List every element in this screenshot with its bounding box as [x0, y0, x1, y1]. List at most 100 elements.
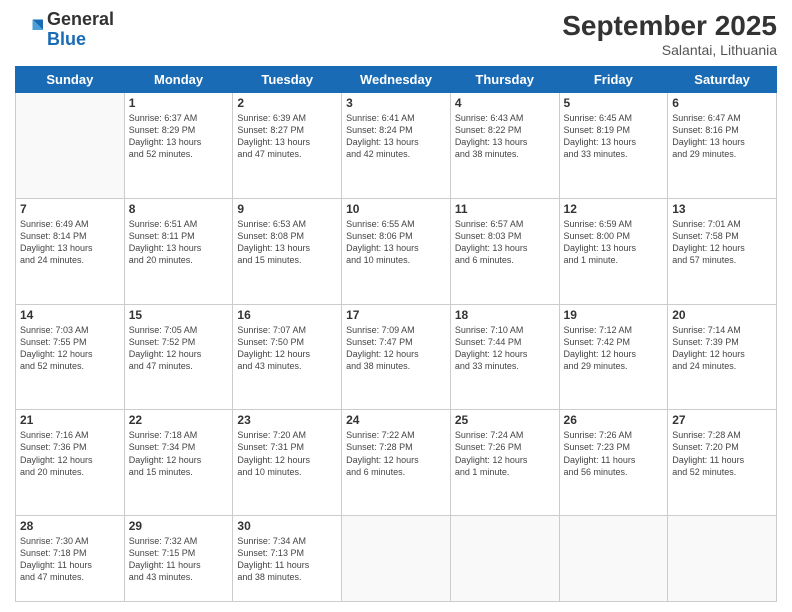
weekday-header-friday: Friday: [559, 67, 668, 93]
day-info: Sunrise: 6:47 AM Sunset: 8:16 PM Dayligh…: [672, 112, 772, 161]
day-number: 23: [237, 413, 337, 427]
day-info: Sunrise: 7:01 AM Sunset: 7:58 PM Dayligh…: [672, 218, 772, 267]
weekday-header-sunday: Sunday: [16, 67, 125, 93]
calendar-cell: 16Sunrise: 7:07 AM Sunset: 7:50 PM Dayli…: [233, 304, 342, 410]
day-number: 30: [237, 519, 337, 533]
day-info: Sunrise: 6:45 AM Sunset: 8:19 PM Dayligh…: [564, 112, 664, 161]
calendar: SundayMondayTuesdayWednesdayThursdayFrid…: [15, 66, 777, 602]
day-number: 1: [129, 96, 229, 110]
calendar-cell: 10 Sunrise: 6:55 AM Sunset: 8:06 PM Dayli…: [342, 198, 451, 304]
calendar-cell: 23 Sunrise: 7:20 AM Sunset: 7:31 PM Dayli…: [233, 410, 342, 516]
day-info: Sunrise: 6:51 AM Sunset: 8:11 PM Dayligh…: [129, 218, 229, 267]
calendar-cell: 24Sunrise: 7:22 AM Sunset: 7:28 PM Dayli…: [342, 410, 451, 516]
day-info: Sunrise: 7:14 AM Sunset: 7:39 PM Dayligh…: [672, 324, 772, 373]
calendar-cell: [559, 516, 668, 602]
day-info: Sunrise: 7:09 AM Sunset: 7:47 PM Dayligh…: [346, 324, 446, 373]
calendar-cell: 21Sunrise: 7:16 AM Sunset: 7:36 PM Dayli…: [16, 410, 125, 516]
day-number: 11: [455, 202, 555, 216]
calendar-cell: 7 Sunrise: 6:49 AM Sunset: 8:14 PM Daylig…: [16, 198, 125, 304]
day-info: Sunrise: 7:03 AM Sunset: 7:55 PM Dayligh…: [20, 324, 120, 373]
day-number: 29: [129, 519, 229, 533]
day-info: Sunrise: 7:12 AM Sunset: 7:42 PM Dayligh…: [564, 324, 664, 373]
day-number: 2: [237, 96, 337, 110]
day-number: 5: [564, 96, 664, 110]
day-number: 12: [564, 202, 664, 216]
day-number: 18: [455, 308, 555, 322]
weekday-header-saturday: Saturday: [668, 67, 777, 93]
calendar-cell: 30 Sunrise: 7:34 AM Sunset: 7:13 PM Dayli…: [233, 516, 342, 602]
day-number: 13: [672, 202, 772, 216]
logo-text: General Blue: [47, 10, 114, 50]
logo-blue: Blue: [47, 29, 86, 49]
page: General Blue September 2025 Salantai, Li…: [0, 0, 792, 612]
calendar-cell: 27 Sunrise: 7:28 AM Sunset: 7:20 PM Dayli…: [668, 410, 777, 516]
day-info: Sunrise: 6:49 AM Sunset: 8:14 PM Dayligh…: [20, 218, 120, 267]
location: Salantai, Lithuania: [562, 42, 777, 58]
week-row-1: 1 Sunrise: 6:37 AM Sunset: 8:29 PM Daylig…: [16, 93, 777, 199]
day-info: Sunrise: 6:39 AM Sunset: 8:27 PM Dayligh…: [237, 112, 337, 161]
day-info: Sunrise: 7:16 AM Sunset: 7:36 PM Dayligh…: [20, 429, 120, 478]
logo: General Blue: [15, 10, 114, 50]
day-info: Sunrise: 6:43 AM Sunset: 8:22 PM Dayligh…: [455, 112, 555, 161]
day-info: Sunrise: 7:20 AM Sunset: 7:31 PM Dayligh…: [237, 429, 337, 478]
day-number: 20: [672, 308, 772, 322]
calendar-cell: 12 Sunrise: 6:59 AM Sunset: 8:00 PM Dayli…: [559, 198, 668, 304]
calendar-cell: 29 Sunrise: 7:32 AM Sunset: 7:15 PM Dayli…: [124, 516, 233, 602]
day-info: Sunrise: 7:34 AM Sunset: 7:13 PM Dayligh…: [237, 535, 337, 584]
logo-icon: [15, 16, 43, 44]
day-info: Sunrise: 7:07 AM Sunset: 7:50 PM Dayligh…: [237, 324, 337, 373]
week-row-4: 21Sunrise: 7:16 AM Sunset: 7:36 PM Dayli…: [16, 410, 777, 516]
calendar-cell: 9Sunrise: 6:53 AM Sunset: 8:08 PM Daylig…: [233, 198, 342, 304]
calendar-cell: [342, 516, 451, 602]
day-info: Sunrise: 6:55 AM Sunset: 8:06 PM Dayligh…: [346, 218, 446, 267]
title-section: September 2025 Salantai, Lithuania: [562, 10, 777, 58]
day-info: Sunrise: 7:28 AM Sunset: 7:20 PM Dayligh…: [672, 429, 772, 478]
calendar-cell: [668, 516, 777, 602]
calendar-cell: 20 Sunrise: 7:14 AM Sunset: 7:39 PM Dayli…: [668, 304, 777, 410]
weekday-header-row: SundayMondayTuesdayWednesdayThursdayFrid…: [16, 67, 777, 93]
calendar-cell: 1 Sunrise: 6:37 AM Sunset: 8:29 PM Daylig…: [124, 93, 233, 199]
logo-general: General: [47, 9, 114, 29]
calendar-cell: 22 Sunrise: 7:18 AM Sunset: 7:34 PM Dayli…: [124, 410, 233, 516]
day-info: Sunrise: 7:18 AM Sunset: 7:34 PM Dayligh…: [129, 429, 229, 478]
day-info: Sunrise: 7:30 AM Sunset: 7:18 PM Dayligh…: [20, 535, 120, 584]
day-number: 27: [672, 413, 772, 427]
day-number: 6: [672, 96, 772, 110]
day-info: Sunrise: 6:59 AM Sunset: 8:00 PM Dayligh…: [564, 218, 664, 267]
day-number: 15: [129, 308, 229, 322]
day-info: Sunrise: 7:32 AM Sunset: 7:15 PM Dayligh…: [129, 535, 229, 584]
calendar-cell: 6 Sunrise: 6:47 AM Sunset: 8:16 PM Daylig…: [668, 93, 777, 199]
day-info: Sunrise: 6:37 AM Sunset: 8:29 PM Dayligh…: [129, 112, 229, 161]
calendar-cell: [16, 93, 125, 199]
calendar-cell: 28Sunrise: 7:30 AM Sunset: 7:18 PM Dayli…: [16, 516, 125, 602]
day-number: 19: [564, 308, 664, 322]
day-number: 3: [346, 96, 446, 110]
calendar-cell: [450, 516, 559, 602]
weekday-header-tuesday: Tuesday: [233, 67, 342, 93]
calendar-cell: 15Sunrise: 7:05 AM Sunset: 7:52 PM Dayli…: [124, 304, 233, 410]
day-number: 10: [346, 202, 446, 216]
calendar-cell: 8 Sunrise: 6:51 AM Sunset: 8:11 PM Daylig…: [124, 198, 233, 304]
day-info: Sunrise: 7:22 AM Sunset: 7:28 PM Dayligh…: [346, 429, 446, 478]
calendar-cell: 14 Sunrise: 7:03 AM Sunset: 7:55 PM Dayli…: [16, 304, 125, 410]
day-number: 22: [129, 413, 229, 427]
calendar-cell: 3 Sunrise: 6:41 AM Sunset: 8:24 PM Daylig…: [342, 93, 451, 199]
day-number: 8: [129, 202, 229, 216]
day-number: 4: [455, 96, 555, 110]
week-row-2: 7 Sunrise: 6:49 AM Sunset: 8:14 PM Daylig…: [16, 198, 777, 304]
calendar-cell: 26Sunrise: 7:26 AM Sunset: 7:23 PM Dayli…: [559, 410, 668, 516]
weekday-header-monday: Monday: [124, 67, 233, 93]
day-info: Sunrise: 6:53 AM Sunset: 8:08 PM Dayligh…: [237, 218, 337, 267]
day-number: 14: [20, 308, 120, 322]
day-info: Sunrise: 6:57 AM Sunset: 8:03 PM Dayligh…: [455, 218, 555, 267]
day-info: Sunrise: 7:26 AM Sunset: 7:23 PM Dayligh…: [564, 429, 664, 478]
calendar-cell: 4 Sunrise: 6:43 AM Sunset: 8:22 PM Daylig…: [450, 93, 559, 199]
day-info: Sunrise: 7:24 AM Sunset: 7:26 PM Dayligh…: [455, 429, 555, 478]
calendar-cell: 17Sunrise: 7:09 AM Sunset: 7:47 PM Dayli…: [342, 304, 451, 410]
calendar-cell: 19 Sunrise: 7:12 AM Sunset: 7:42 PM Dayli…: [559, 304, 668, 410]
calendar-cell: 11 Sunrise: 6:57 AM Sunset: 8:03 PM Dayli…: [450, 198, 559, 304]
day-number: 7: [20, 202, 120, 216]
day-info: Sunrise: 6:41 AM Sunset: 8:24 PM Dayligh…: [346, 112, 446, 161]
day-info: Sunrise: 7:10 AM Sunset: 7:44 PM Dayligh…: [455, 324, 555, 373]
month-title: September 2025: [562, 10, 777, 42]
